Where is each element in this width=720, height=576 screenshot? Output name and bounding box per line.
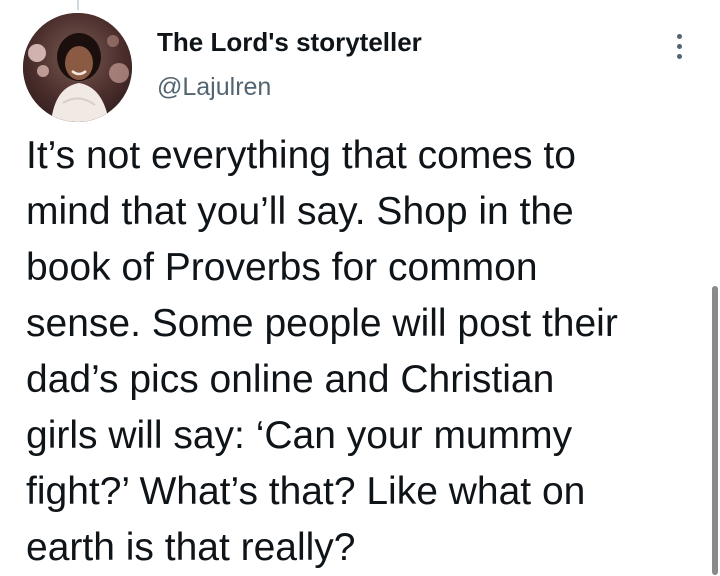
avatar[interactable] — [23, 13, 132, 122]
tweet-text-line: dad’s pics online and Christian — [26, 358, 555, 401]
tweet-text-line: fight?’ What’s that? Like what on — [26, 470, 586, 513]
tweet-text-line: girls will say: ‘Can your mummy — [26, 414, 573, 457]
dot — [676, 34, 682, 39]
dot — [676, 44, 682, 49]
profile-photo — [23, 13, 132, 122]
more-options-button[interactable] — [664, 28, 694, 64]
user-handle[interactable]: @Lajulren — [157, 73, 271, 102]
tweet-text-line: It’s not everything that comes to — [26, 134, 576, 177]
tweet-text-line: sense. Some people will post their — [26, 302, 618, 345]
tweet-text-line: mind that you’ll say. Shop in the — [26, 190, 574, 233]
display-name[interactable]: The Lord's storyteller — [157, 27, 422, 58]
dot — [676, 54, 682, 59]
scrollbar[interactable] — [712, 286, 718, 575]
tweet-text-line: book of Proverbs for common — [26, 246, 538, 289]
tweet-text-line: earth is that really? — [26, 526, 356, 569]
more-vertical-icon — [676, 28, 682, 59]
thread-connector-line — [77, 0, 79, 10]
tweet-text: It’s not everything that comes to mind t… — [26, 128, 706, 576]
